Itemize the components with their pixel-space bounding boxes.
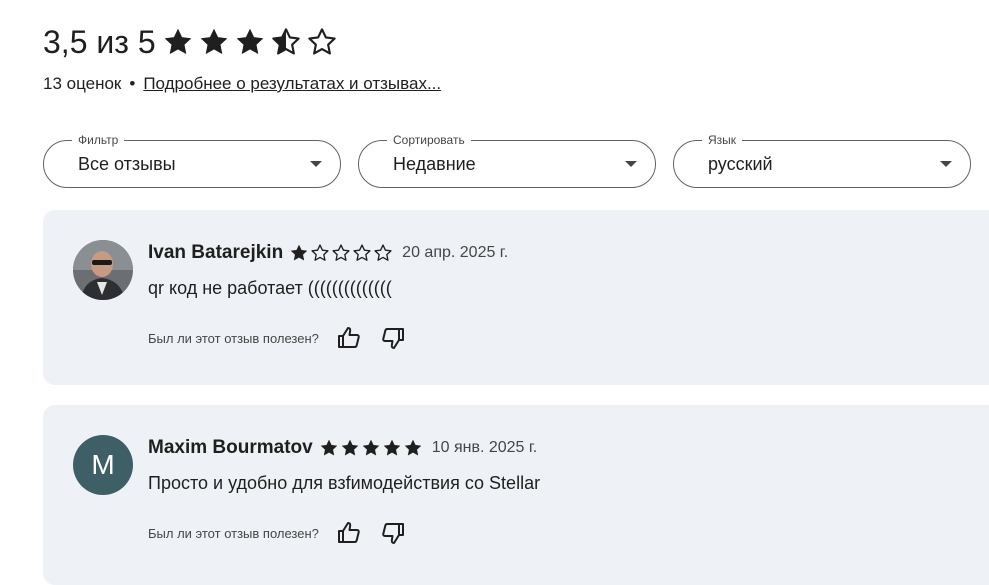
avatar-photo-icon xyxy=(73,240,133,300)
review-stars xyxy=(319,438,424,458)
star-icon xyxy=(341,439,358,456)
filter-value: Все отзывы xyxy=(78,154,176,174)
language-value: русский xyxy=(708,154,773,174)
review-date: 10 янв. 2025 г. xyxy=(431,439,538,456)
thumb-down-button[interactable] xyxy=(377,517,409,549)
filter-dropdown[interactable]: Фильтр Все отзывы xyxy=(43,133,341,188)
review-header: Maxim Bourmatov 10 янв. 2025 г. xyxy=(148,437,537,459)
helpful-row: Был ли этот отзыв полезен? xyxy=(148,517,421,549)
ratings-count: 13 оценок xyxy=(43,74,122,93)
language-dropdown[interactable]: Язык русский xyxy=(673,133,971,188)
review-text: Просто и удобно для взfимодействия со St… xyxy=(148,473,541,493)
empty-star-icon xyxy=(374,244,392,261)
star-icon xyxy=(236,29,263,54)
empty-star-icon xyxy=(332,244,350,261)
star-icon xyxy=(383,439,400,456)
helpful-row: Был ли этот отзыв полезен? xyxy=(148,322,421,354)
review-author: Maxim Bourmatov xyxy=(148,437,313,458)
thumb-up-icon xyxy=(337,522,360,543)
avatar-letter: M xyxy=(91,449,115,480)
review-card: Ivan Batarejkin 20 апр. 2025 г. qr код н… xyxy=(43,210,989,385)
dot-separator: • xyxy=(129,74,136,93)
sort-label: Сортировать xyxy=(387,133,471,147)
avatar: M xyxy=(73,435,133,495)
filter-label: Фильтр xyxy=(72,133,125,147)
thumb-up-button[interactable] xyxy=(333,322,365,354)
review-stars xyxy=(289,243,394,263)
thumb-down-icon xyxy=(382,328,404,349)
dropdown-arrow-icon xyxy=(625,161,637,167)
rating-stars xyxy=(162,26,342,58)
star-icon xyxy=(404,439,421,456)
star-icon xyxy=(362,439,379,456)
star-icon xyxy=(200,29,227,54)
review-text: qr код не работает (((((((((((((( xyxy=(148,278,392,298)
language-label: Язык xyxy=(702,133,743,147)
rating-headline: 3,5 из 5 xyxy=(43,20,441,64)
empty-star-icon xyxy=(311,244,329,261)
rating-meta: 13 оценок • Подробнее о результатах и от… xyxy=(43,74,441,94)
rating-summary: 3,5 из 5 13 оценок • Подробнее о результ… xyxy=(43,20,441,94)
empty-star-icon xyxy=(307,28,336,55)
thumb-down-icon xyxy=(382,523,404,544)
star-icon xyxy=(291,244,308,261)
half-star-icon xyxy=(271,28,300,55)
review-card: M Maxim Bourmatov 10 янв. 2025 г. Просто… xyxy=(43,405,989,585)
sort-value: Недавние xyxy=(393,154,476,174)
dropdown-arrow-icon xyxy=(310,161,322,167)
thumb-up-icon xyxy=(337,327,360,348)
review-date: 20 апр. 2025 г. xyxy=(402,244,509,261)
avatar xyxy=(73,240,133,300)
filter-bar: Фильтр Все отзывы Сортировать Недавние Я… xyxy=(43,133,988,188)
helpful-prompt: Был ли этот отзыв полезен? xyxy=(148,330,319,346)
empty-star-icon xyxy=(353,244,371,261)
star-icon xyxy=(320,439,337,456)
rating-text: 3,5 из 5 xyxy=(43,24,156,60)
sort-dropdown[interactable]: Сортировать Недавние xyxy=(358,133,656,188)
dropdown-arrow-icon xyxy=(940,161,952,167)
thumb-down-button[interactable] xyxy=(377,322,409,354)
thumb-up-button[interactable] xyxy=(333,517,365,549)
helpful-prompt: Был ли этот отзыв полезен? xyxy=(148,525,319,541)
review-author: Ivan Batarejkin xyxy=(148,242,284,263)
details-link[interactable]: Подробнее о результатах и отзывах... xyxy=(143,74,441,94)
review-header: Ivan Batarejkin 20 апр. 2025 г. xyxy=(148,242,508,264)
star-icon xyxy=(164,29,191,54)
